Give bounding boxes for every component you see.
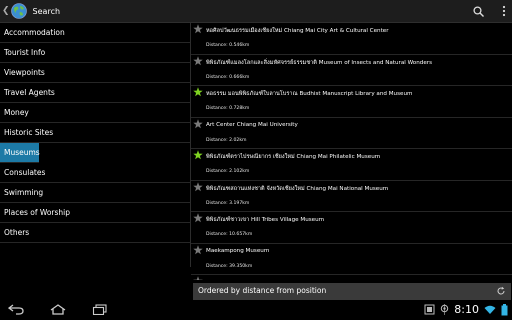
sidebar-item-travel-agents[interactable]: Travel Agents	[0, 83, 190, 103]
result-title: Art Center Chiang Mai University	[206, 121, 298, 128]
sort-label: Ordered by distance from position	[198, 286, 327, 295]
sidebar-item-museums[interactable]: Museums	[0, 143, 40, 163]
overflow-menu-icon[interactable]	[502, 5, 506, 17]
app-globe-icon	[10, 3, 27, 19]
results-list[interactable]: หอศิลปวัฒนธรรมเมืองเชียงใหม่ Chiang Mai …	[191, 23, 512, 280]
result-row[interactable]: พิพิธภัณฑสถานแห่งชาติ จังหวัดเชียงใหม่ C…	[191, 181, 512, 212]
back-nav-icon[interactable]	[8, 304, 24, 315]
result-title: พิพิธภัณฑ์ตราไปรษณียากร เชียงใหม่ Chiang…	[206, 154, 381, 160]
back-chevron-icon[interactable]: ❮	[2, 6, 10, 16]
star-icon[interactable]	[193, 24, 203, 34]
result-row[interactable]: Art Center Chiang Mai University Distance…	[191, 118, 512, 149]
result-title: หอธรรม มอนพิพิธภัณฑ์ใบลานโบราณ Budhist M…	[206, 91, 413, 97]
result-row[interactable]: พิพิธภัณฑ์แมลงโลกและสิ่งมหัศจรรย์ธรรมชาต…	[191, 55, 512, 86]
star-icon[interactable]	[193, 118, 203, 129]
result-distance: Distance: 2.02km	[206, 137, 247, 143]
sidebar-item-viewpoints[interactable]: Viewpoints	[0, 63, 190, 83]
wifi-icon	[484, 305, 496, 314]
result-distance: Distance: 39.350km	[206, 263, 253, 269]
star-icon[interactable]	[193, 244, 203, 255]
result-distance: Distance: 0.728km	[206, 106, 250, 111]
app-home-button[interactable]: ❮ Search	[2, 2, 60, 20]
result-title: พิพิธภัณฑ์แมลงโลกและสิ่งมหัศจรรย์ธรรมชาต…	[206, 59, 432, 66]
home-nav-icon[interactable]	[50, 304, 66, 315]
sidebar-item-money[interactable]: Money	[0, 103, 190, 123]
sidebar-item-historic-sites[interactable]: Historic Sites	[0, 123, 190, 143]
result-title: หอศิลปวัฒนธรรมเมืองเชียงใหม่ Chiang Mai …	[206, 28, 389, 34]
system-nav-bar: 8:10	[0, 301, 512, 320]
action-bar: ❮ Search	[0, 0, 512, 23]
result-distance: Distance: 10.657km	[206, 232, 253, 237]
result-row[interactable]: หอศิลปวัฒนธรรมเมืองเชียงใหม่ Chiang Mai …	[191, 23, 512, 55]
result-row[interactable]	[191, 275, 512, 280]
battery-icon	[501, 303, 508, 315]
star-icon[interactable]	[193, 276, 203, 280]
sidebar-item-others[interactable]: Others	[0, 223, 190, 243]
sort-bar: Ordered by distance from position	[193, 283, 511, 300]
sidebar-item-swimming[interactable]: Swimming	[0, 183, 190, 203]
star-icon[interactable]	[193, 213, 203, 223]
app-title: Search	[32, 6, 61, 16]
result-distance: Distance: 3.197km	[206, 200, 250, 206]
result-distance: Distance: 0.546km	[206, 43, 250, 48]
result-row[interactable]: พิพิธภัณฑ์ตราไปรษณียากร เชียงใหม่ Chiang…	[191, 149, 512, 181]
status-clock: 8:10	[454, 303, 479, 316]
category-list: Accommodation Tourist Info Viewpoints Trave…	[0, 23, 191, 267]
location-icon	[441, 304, 449, 315]
sidebar-item-consulates[interactable]: Consulates	[0, 163, 190, 183]
sidebar-item-accommodation[interactable]: Accommodation	[0, 23, 190, 43]
refresh-icon[interactable]	[496, 286, 506, 296]
star-icon[interactable]	[193, 87, 203, 97]
result-row[interactable]: Maekampong Museum Distance: 39.350km	[191, 244, 512, 275]
sidebar-item-tourist-info[interactable]: Tourist Info	[0, 43, 190, 63]
star-icon[interactable]	[193, 55, 203, 66]
result-title: พิพิธภัณฑ์ชาวเขา Hill Tribes Village Mus…	[206, 217, 325, 223]
result-row[interactable]: พิพิธภัณฑ์ชาวเขา Hill Tribes Village Mus…	[191, 212, 512, 244]
star-icon[interactable]	[193, 150, 203, 160]
sidebar-item-places-of-worship[interactable]: Places of Worship	[0, 203, 190, 223]
recents-nav-icon[interactable]	[92, 304, 108, 315]
result-row[interactable]: หอธรรม มอนพิพิธภัณฑ์ใบลานโบราณ Budhist M…	[191, 86, 512, 118]
result-distance: Distance: 0.666km	[206, 74, 250, 80]
search-icon[interactable]	[473, 5, 484, 17]
screenshot-icon	[424, 304, 435, 315]
result-title: พิพิธภัณฑสถานแห่งชาติ จังหวัดเชียงใหม่ C…	[206, 185, 389, 192]
result-distance: Distance: 2.102km	[206, 169, 250, 174]
result-title: Maekampong Museum	[206, 247, 270, 254]
star-icon[interactable]	[193, 181, 203, 192]
